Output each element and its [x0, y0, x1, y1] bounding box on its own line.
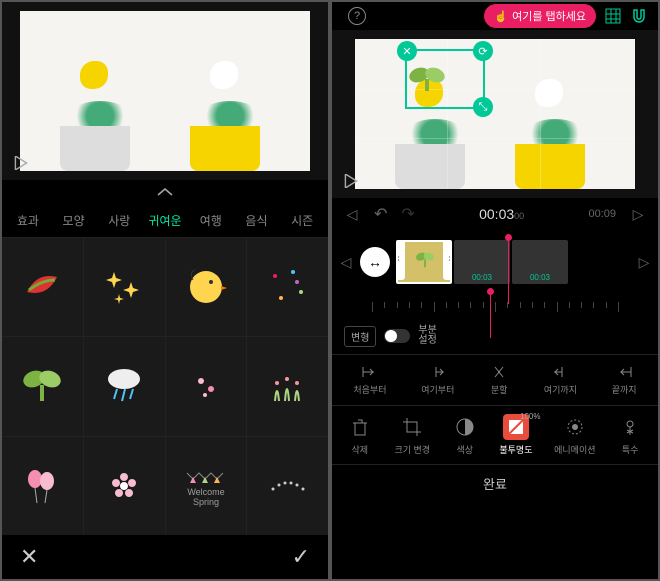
- right-screen: ? ☝ 여기를 탭하세요 ✕ ⟳ ⤡: [332, 2, 658, 579]
- collapse-panel-button[interactable]: [2, 180, 328, 204]
- partial-settings-label: 부분 설정: [418, 326, 436, 346]
- transform-label: 변형: [344, 326, 376, 347]
- category-tab-4[interactable]: 여행: [189, 206, 233, 235]
- sticker-grid: WelcomeSpring: [2, 238, 328, 535]
- sticker-sprout[interactable]: [2, 337, 83, 435]
- action-fx-button[interactable]: 특수: [617, 414, 643, 456]
- video-canvas: [20, 11, 310, 171]
- clip-2[interactable]: 00:03: [512, 240, 568, 284]
- tap-hint-text: 여기를 탭하세요: [512, 8, 586, 24]
- play-button[interactable]: [10, 152, 32, 174]
- category-tab-6[interactable]: 시즌: [280, 206, 324, 235]
- sticker-balloons[interactable]: [2, 437, 83, 535]
- clip-next-button[interactable]: ▷: [636, 254, 652, 271]
- svg-text:Spring: Spring: [193, 497, 219, 507]
- clip-1[interactable]: 00:03: [454, 240, 510, 284]
- sticker-delete-handle[interactable]: ✕: [397, 41, 417, 61]
- current-time: 00:03: [479, 206, 514, 222]
- clip-0[interactable]: ‹›: [396, 240, 452, 284]
- selected-sticker[interactable]: ✕ ⟳ ⤡: [405, 49, 485, 109]
- action-row: 삭제 크기 변경 색상 100%불투명도 에니메이션 특수: [332, 406, 658, 464]
- sticker-sparkle[interactable]: [84, 238, 165, 336]
- category-tab-0[interactable]: 효과: [6, 206, 50, 235]
- split-split-button[interactable]: 분할: [489, 364, 509, 396]
- clip-row: ◁ ↔ ‹›00:0300:03 ▷: [332, 230, 658, 294]
- category-tab-5[interactable]: 음식: [235, 206, 279, 235]
- transform-row: 변형 부분 설정: [332, 318, 658, 354]
- current-time-frames: 00: [514, 211, 524, 221]
- clip-trim-left[interactable]: ‹: [396, 240, 405, 280]
- grid-toggle-icon[interactable]: [604, 7, 622, 25]
- playhead[interactable]: [490, 290, 491, 338]
- move-clip-handle[interactable]: ↔: [360, 247, 390, 277]
- bottom-bar: ✕ ✓: [2, 535, 328, 579]
- next-keyframe-button[interactable]: ▷: [630, 206, 646, 223]
- split-from-start-button[interactable]: 처음부터: [353, 364, 386, 396]
- redo-button[interactable]: ↷: [401, 204, 414, 224]
- sticker-petals[interactable]: [166, 337, 247, 435]
- svg-text:Welcome: Welcome: [187, 487, 224, 497]
- clip-prev-button[interactable]: ◁: [338, 254, 354, 271]
- left-screen: 효과모양사랑귀여운여행음식시즌 WelcomeSpring ✕ ✓: [2, 2, 328, 579]
- clips-track[interactable]: ‹›00:0300:03: [396, 240, 630, 284]
- sticker-category-tabs: 효과모양사랑귀여운여행음식시즌: [2, 204, 328, 238]
- sticker-dots[interactable]: [247, 437, 328, 535]
- undo-button[interactable]: ↶: [374, 204, 387, 224]
- category-tab-1[interactable]: 모양: [52, 206, 96, 235]
- action-trash-button[interactable]: 삭제: [347, 414, 373, 456]
- video-canvas[interactable]: ✕ ⟳ ⤡: [355, 39, 635, 189]
- top-bar: ? ☝ 여기를 탭하세요: [332, 2, 658, 30]
- preview-area: [2, 2, 328, 180]
- timeline-ruler[interactable]: [372, 294, 618, 318]
- tap-hand-icon: ☝: [494, 10, 508, 23]
- split-to-end-button[interactable]: 끝까지: [612, 364, 637, 396]
- sticker-leaf[interactable]: [2, 238, 83, 336]
- category-tab-3[interactable]: 귀여운: [143, 206, 187, 235]
- end-time: 00:09: [588, 208, 616, 220]
- done-button[interactable]: 완료: [332, 464, 658, 502]
- prev-keyframe-button[interactable]: ◁: [344, 206, 360, 223]
- category-tab-2[interactable]: 사랑: [97, 206, 141, 235]
- split-to-here-button[interactable]: 여기까지: [544, 364, 577, 396]
- tap-hint-bubble[interactable]: ☝ 여기를 탭하세요: [484, 4, 596, 28]
- split-tools-row: 처음부터 여기부터 분할 여기까지 끝까지: [332, 354, 658, 406]
- sticker-resize-handle[interactable]: ⤡: [473, 97, 493, 117]
- cancel-button[interactable]: ✕: [20, 544, 38, 570]
- sticker-cloud-rain[interactable]: [84, 337, 165, 435]
- sticker-confetti[interactable]: [247, 238, 328, 336]
- clip-trim-right[interactable]: ›: [443, 240, 452, 280]
- preview-area: ✕ ⟳ ⤡: [332, 30, 658, 198]
- snap-magnet-icon[interactable]: [630, 7, 648, 25]
- sticker-grass[interactable]: [247, 337, 328, 435]
- action-color-button[interactable]: 색상: [452, 414, 478, 456]
- help-icon[interactable]: ?: [348, 7, 366, 25]
- sticker-welcome-spring[interactable]: WelcomeSpring: [166, 437, 247, 535]
- split-from-here-button[interactable]: 여기부터: [421, 364, 454, 396]
- action-opacity-button[interactable]: 100%불투명도: [499, 414, 532, 456]
- sticker-chick[interactable]: [166, 238, 247, 336]
- action-crop-button[interactable]: 크기 변경: [394, 414, 430, 456]
- play-button[interactable]: [340, 170, 362, 192]
- action-animation-button[interactable]: 에니메이션: [554, 414, 595, 456]
- sticker-blossom[interactable]: [84, 437, 165, 535]
- confirm-button[interactable]: ✓: [292, 544, 310, 570]
- sticker-rotate-handle[interactable]: ⟳: [473, 41, 493, 61]
- partial-settings-toggle[interactable]: [384, 329, 410, 343]
- timeline-header: ◁ ↶ ↷ 00:0300 00:09 ▷: [332, 198, 658, 230]
